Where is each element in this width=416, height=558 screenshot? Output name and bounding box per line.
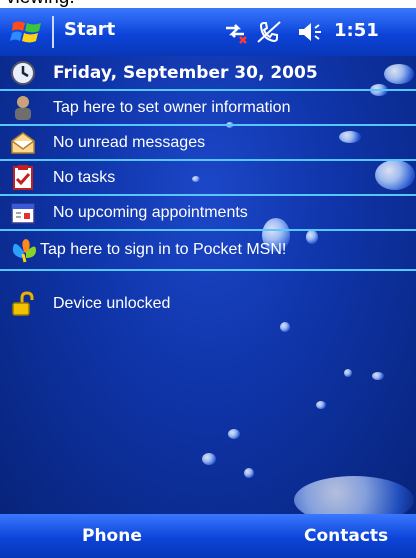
water-drop xyxy=(372,372,384,380)
title-separator xyxy=(52,16,54,48)
today-item-appointments[interactable]: No upcoming appointments xyxy=(0,196,416,231)
speaker-volume-icon[interactable] xyxy=(296,20,326,44)
today-item-messages[interactable]: No unread messages xyxy=(0,126,416,161)
today-item-msn-sign-in[interactable]: Tap here to sign in to Pocket MSN! xyxy=(0,231,416,271)
today-item-label: Device unlocked xyxy=(53,294,171,312)
today-item-label: No tasks xyxy=(53,168,116,186)
water-drop xyxy=(244,468,254,478)
tasks-icon xyxy=(13,164,33,190)
owner-icon xyxy=(15,95,31,120)
water-drop xyxy=(294,476,414,514)
today-area: Friday, September 30, 2005 Tap here to s… xyxy=(0,56,416,514)
water-drop xyxy=(344,369,352,377)
padlock-icon xyxy=(12,290,34,316)
contacts-softkey[interactable]: Contacts xyxy=(304,526,388,546)
today-item-device-lock[interactable]: Device unlocked xyxy=(0,286,416,321)
connectivity-icon[interactable] xyxy=(222,20,248,44)
phone-softkey[interactable]: Phone xyxy=(82,526,142,546)
pocket-pc-today-screen: viewing. Start 1:51 xyxy=(0,0,416,558)
today-item-tasks[interactable]: No tasks xyxy=(0,161,416,196)
water-drop xyxy=(228,429,240,439)
windows-start-icon[interactable] xyxy=(10,17,44,47)
water-drop xyxy=(202,453,216,465)
today-item-owner-info[interactable]: Tap here to set owner information xyxy=(0,91,416,126)
today-item-label: No unread messages xyxy=(53,133,206,151)
msn-butterfly-icon xyxy=(12,239,36,263)
clock-icon xyxy=(11,60,35,85)
clock[interactable]: 1:51 xyxy=(334,20,379,41)
envelope-icon xyxy=(11,131,35,154)
today-item-label: Tap here to set owner information xyxy=(53,98,291,116)
start-menu-title[interactable]: Start xyxy=(64,19,115,40)
softkey-bar: Phone Contacts xyxy=(0,514,416,558)
calendar-icon xyxy=(11,202,35,224)
caption-text: viewing. xyxy=(0,0,416,8)
phone-off-icon[interactable] xyxy=(256,20,282,44)
today-item-date[interactable]: Friday, September 30, 2005 xyxy=(0,56,416,91)
title-bar: Start 1:51 xyxy=(0,8,416,56)
today-item-label: Friday, September 30, 2005 xyxy=(53,62,318,83)
water-drop xyxy=(280,322,290,332)
today-item-label: Tap here to sign in to Pocket MSN! xyxy=(40,241,287,258)
today-item-label: No upcoming appointments xyxy=(53,203,248,221)
water-drop xyxy=(316,401,326,409)
